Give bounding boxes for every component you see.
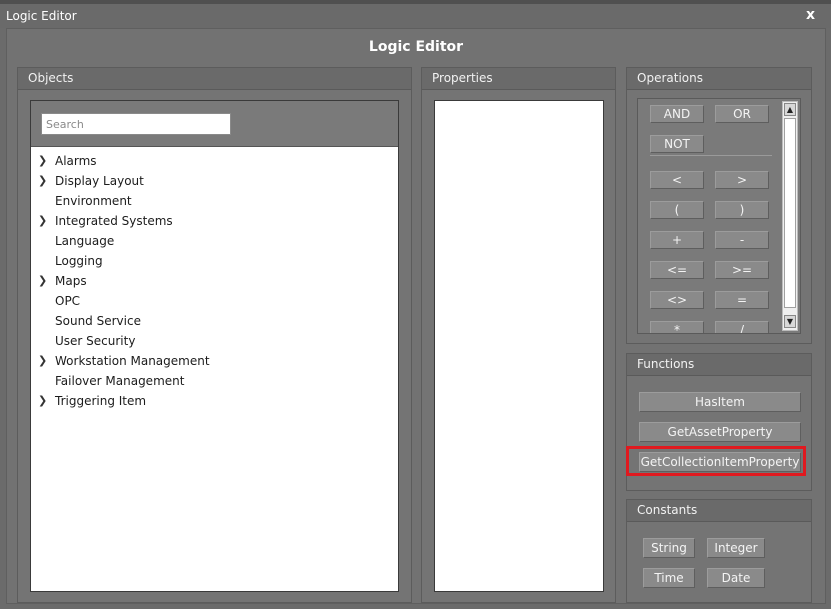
get-asset-property-button[interactable]: GetAssetProperty [639, 422, 801, 442]
not-button[interactable]: NOT [650, 135, 704, 153]
functions-panel-title: Functions [627, 354, 811, 376]
tree-item-logging[interactable]: Logging [31, 251, 398, 271]
divide-button[interactable]: / [715, 321, 769, 333]
objects-tree: ❯ Alarms ❯ Display Layout Environment ❯ Int… [31, 151, 398, 411]
less-equal-button[interactable]: <= [650, 261, 704, 279]
multiply-button[interactable]: * [650, 321, 704, 333]
operations-panel: Operations AND OR NOT < > ( ) + - <= >= … [626, 67, 812, 344]
window-title: Logic Editor [6, 9, 77, 23]
logic-editor-dialog: Logic Editor Objects ❯ Alarms ❯ Display La… [6, 28, 826, 604]
tree-item-workstation-management[interactable]: ❯ Workstation Management [31, 351, 398, 371]
window-titlebar: Logic Editor x [0, 4, 831, 28]
constants-panel-title: Constants [627, 500, 811, 522]
tree-item-label: Environment [55, 194, 132, 208]
tree-item-label: Display Layout [55, 174, 144, 188]
tree-item-label: Alarms [55, 154, 97, 168]
time-button[interactable]: Time [643, 568, 695, 588]
tree-item-sound-service[interactable]: Sound Service [31, 311, 398, 331]
open-paren-button[interactable]: ( [650, 201, 704, 219]
tree-item-label: Workstation Management [55, 354, 210, 368]
tree-item-label: Logging [55, 254, 103, 268]
properties-list[interactable] [434, 100, 604, 592]
chevron-right-icon[interactable]: ❯ [38, 171, 47, 191]
tree-item-triggering-item[interactable]: ❯ Triggering Item [31, 391, 398, 411]
tree-item-label: Sound Service [55, 314, 141, 328]
tree-item-label: Maps [55, 274, 87, 288]
date-button[interactable]: Date [707, 568, 765, 588]
chevron-right-icon[interactable]: ❯ [38, 391, 47, 411]
minus-button[interactable]: - [715, 231, 769, 249]
close-paren-button[interactable]: ) [715, 201, 769, 219]
has-item-button[interactable]: HasItem [639, 392, 801, 412]
properties-panel: Properties [421, 67, 616, 603]
scroll-up-icon[interactable]: ▲ [784, 103, 796, 116]
tree-item-alarms[interactable]: ❯ Alarms [31, 151, 398, 171]
scrollbar-thumb[interactable] [784, 118, 796, 308]
close-icon[interactable]: x [806, 7, 815, 23]
and-button[interactable]: AND [650, 105, 704, 123]
operations-divider [650, 155, 772, 156]
chevron-right-icon[interactable]: ❯ [38, 351, 47, 371]
not-equal-button[interactable]: <> [650, 291, 704, 309]
operations-scrollbar[interactable]: ▲ ▼ [782, 101, 798, 331]
objects-tree-container: ❯ Alarms ❯ Display Layout Environment ❯ Int… [30, 100, 399, 592]
chevron-right-icon[interactable]: ❯ [38, 211, 47, 231]
operations-panel-title: Operations [627, 68, 811, 90]
plus-button[interactable]: + [650, 231, 704, 249]
tree-item-environment[interactable]: Environment [31, 191, 398, 211]
tree-item-user-security[interactable]: User Security [31, 331, 398, 351]
operations-button-area: AND OR NOT < > ( ) + - <= >= <> = * / ▲ … [637, 98, 801, 334]
greater-than-button[interactable]: > [715, 171, 769, 189]
tree-item-label: Language [55, 234, 115, 248]
tree-item-label: Failover Management [55, 374, 185, 388]
tree-item-language[interactable]: Language [31, 231, 398, 251]
less-than-button[interactable]: < [650, 171, 704, 189]
or-button[interactable]: OR [715, 105, 769, 123]
tree-item-label: Integrated Systems [55, 214, 173, 228]
chevron-right-icon[interactable]: ❯ [38, 271, 47, 291]
dialog-heading: Logic Editor [368, 39, 464, 55]
integer-button[interactable]: Integer [707, 538, 765, 558]
tree-item-failover-management[interactable]: Failover Management [31, 371, 398, 391]
properties-panel-title: Properties [422, 68, 615, 90]
chevron-right-icon[interactable]: ❯ [38, 151, 47, 171]
greater-equal-button[interactable]: >= [715, 261, 769, 279]
objects-panel-title: Objects [18, 68, 411, 90]
tree-item-integrated-systems[interactable]: ❯ Integrated Systems [31, 211, 398, 231]
highlight-box [626, 446, 806, 476]
scroll-down-icon[interactable]: ▼ [784, 315, 796, 328]
string-button[interactable]: String [643, 538, 695, 558]
search-input[interactable] [41, 113, 231, 135]
tree-item-display-layout[interactable]: ❯ Display Layout [31, 171, 398, 191]
tree-item-opc[interactable]: OPC [31, 291, 398, 311]
tree-item-maps[interactable]: ❯ Maps [31, 271, 398, 291]
search-area [31, 101, 398, 147]
tree-item-label: User Security [55, 334, 136, 348]
constants-panel: Constants String Integer Time Date [626, 499, 812, 603]
objects-panel: Objects ❯ Alarms ❯ Display Layout Environm… [17, 67, 412, 603]
tree-item-label: OPC [55, 294, 81, 308]
equals-button[interactable]: = [715, 291, 769, 309]
tree-item-label: Triggering Item [55, 394, 147, 408]
